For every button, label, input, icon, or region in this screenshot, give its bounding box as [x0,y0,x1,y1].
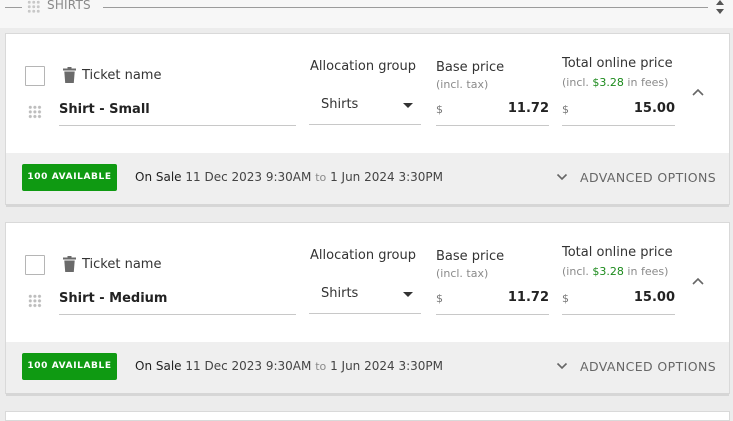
card-shadow [6,204,729,207]
section-header: SHIRTS [0,0,733,28]
ticket-name-input[interactable]: Shirt - Medium [59,286,296,315]
total-online-price-label: Total online price [562,56,673,71]
advanced-options-label: ADVANCED OPTIONS [580,359,717,374]
allocation-group-select[interactable]: Shirts [309,279,421,314]
select-ticket-checkbox[interactable] [25,255,45,275]
trash-icon[interactable] [63,256,76,272]
drag-grip-icon[interactable] [28,105,42,119]
availability-badge: 100 AVAILABLE [22,164,117,191]
currency-symbol: $ [436,292,443,305]
chevron-up-icon[interactable] [691,87,705,97]
sale-end: 1 Jun 2024 3:30PM [330,359,443,373]
incl-tax-note: (incl. tax) [436,267,489,280]
base-price-input[interactable]: $ 11.72 [436,97,549,126]
ticket-card: Ticket name Shirt - Medium Allocation gr… [5,222,730,396]
sale-window[interactable]: On Sale 11 Dec 2023 9:30AM to 1 Jun 2024… [135,170,443,184]
trash-icon[interactable] [63,67,76,83]
select-ticket-checkbox[interactable] [25,66,45,86]
base-price-value: 11.72 [507,101,549,116]
fee-amount: $3.28 [592,76,624,89]
base-price-value: 11.72 [507,290,549,305]
currency-symbol: $ [562,103,569,116]
on-sale-label: On Sale [135,170,182,184]
dropdown-caret-icon [403,292,413,297]
sale-start: 11 Dec 2023 9:30AM [185,359,312,373]
divider [5,7,22,8]
total-price-input[interactable]: $ 15.00 [562,286,675,315]
ticket-footer: 100 AVAILABLE On Sale 11 Dec 2023 9:30AM… [6,342,729,393]
currency-symbol: $ [436,103,443,116]
ticket-name-value: Shirt - Medium [59,291,168,306]
total-price-input[interactable]: $ 15.00 [562,97,675,126]
allocation-group-label: Allocation group [310,59,416,74]
section-grip-icon[interactable] [27,0,41,13]
on-sale-label: On Sale [135,359,182,373]
sale-start: 11 Dec 2023 9:30AM [185,170,312,184]
fees-note-prefix: (incl. [562,265,589,278]
sale-end: 1 Jun 2024 3:30PM [330,170,443,184]
chevron-down-icon [556,173,568,181]
fee-amount: $3.28 [592,265,624,278]
ticket-name-label: Ticket name [82,68,162,83]
base-price-input[interactable]: $ 11.72 [436,286,549,315]
ticket-name-label: Ticket name [82,257,162,272]
ticket-card-partial [5,411,730,421]
section-title: SHIRTS [47,0,91,12]
fees-note: (incl. $3.28 in fees) [562,265,668,278]
total-online-price-label: Total online price [562,245,673,260]
allocation-group-select[interactable]: Shirts [309,90,421,125]
base-price-label: Base price [436,60,505,75]
chevron-down-icon [556,362,568,370]
card-shadow [6,393,729,396]
allocation-group-value: Shirts [321,286,359,301]
to-label: to [315,171,327,184]
fees-note-prefix: (incl. [562,76,589,89]
fees-note-suffix: in fees) [627,76,669,89]
currency-symbol: $ [562,292,569,305]
sale-window[interactable]: On Sale 11 Dec 2023 9:30AM to 1 Jun 2024… [135,359,443,373]
allocation-group-label: Allocation group [310,248,416,263]
to-label: to [315,360,327,373]
total-price-value: 15.00 [633,101,675,116]
ticket-card: Ticket name Shirt - Small Allocation gro… [5,33,730,207]
advanced-options-label: ADVANCED OPTIONS [580,170,717,185]
ticket-name-input[interactable]: Shirt - Small [59,97,296,126]
ticket-name-value: Shirt - Small [59,102,150,117]
drag-grip-icon[interactable] [28,294,42,308]
availability-badge: 100 AVAILABLE [22,353,117,380]
dropdown-caret-icon [403,103,413,108]
total-price-value: 15.00 [633,290,675,305]
chevron-up-icon[interactable] [691,276,705,286]
allocation-group-value: Shirts [321,97,359,112]
fees-note-suffix: in fees) [627,265,669,278]
fees-note: (incl. $3.28 in fees) [562,76,668,89]
ticket-footer: 100 AVAILABLE On Sale 11 Dec 2023 9:30AM… [6,153,729,204]
divider [103,7,708,8]
incl-tax-note: (incl. tax) [436,78,489,91]
base-price-label: Base price [436,249,505,264]
sort-arrows-icon[interactable] [713,0,727,15]
